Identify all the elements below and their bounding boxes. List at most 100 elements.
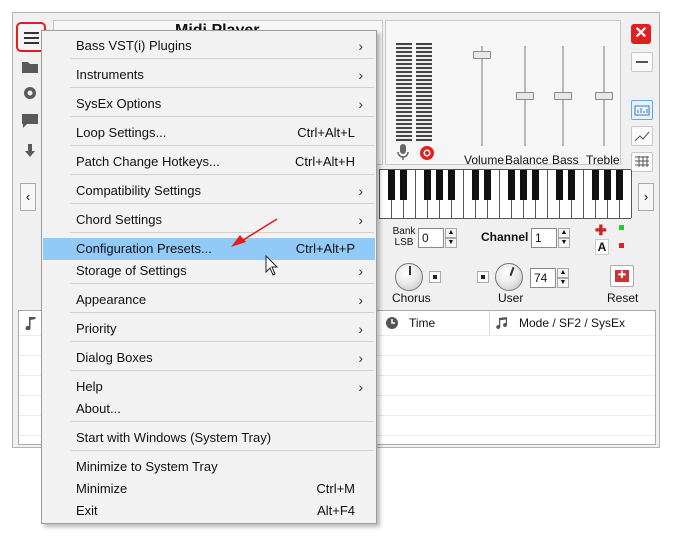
menu-item-priority[interactable]: Priority › [43, 318, 375, 340]
menu-item-patch-change-hotkeys[interactable]: Patch Change Hotkeys... Ctrl+Alt+H [43, 151, 375, 173]
graph-view-button[interactable] [631, 126, 653, 146]
user-value-input[interactable]: 74 [530, 268, 556, 288]
menu-item-label: Minimize [76, 481, 128, 496]
menu-item-dialog-boxes[interactable]: Dialog Boxes › [43, 347, 375, 369]
close-icon[interactable]: ✕ [631, 24, 651, 44]
download-icon[interactable] [21, 143, 39, 159]
menu-separator [70, 203, 374, 204]
main-dropdown-menu: Bass VST(i) Plugins › Instruments › SysEx Op… [41, 30, 377, 524]
mixer-panel: Volume Balance Bass Treble [385, 20, 621, 167]
menu-item-label: Loop Settings... [76, 125, 167, 140]
menu-separator [70, 87, 374, 88]
toggle-dot [481, 275, 485, 279]
minus-icon [636, 61, 648, 63]
bar-view-button[interactable] [631, 100, 653, 120]
mode-column-header[interactable]: Mode / SF2 / SysEx [519, 311, 625, 335]
folder-icon[interactable] [21, 59, 39, 75]
microphone-icon[interactable] [395, 143, 411, 161]
minimize-button[interactable] [631, 52, 653, 72]
bank-lsb-down[interactable]: ▼ [445, 238, 457, 248]
bank-lsb-label: Bank LSB [392, 226, 416, 248]
chevron-right-icon: › [358, 67, 363, 83]
a-button[interactable]: A [595, 239, 609, 255]
user-value-down[interactable]: ▼ [557, 278, 569, 288]
black-key[interactable] [508, 170, 515, 200]
black-key[interactable] [472, 170, 479, 200]
channel-input[interactable]: 1 [531, 228, 557, 248]
black-key[interactable] [448, 170, 455, 200]
user-knob[interactable] [495, 263, 523, 291]
menu-item-bass-vst-i-plugins[interactable]: Bass VST(i) Plugins › [43, 35, 375, 57]
user-value-up[interactable]: ▲ [557, 268, 569, 278]
black-key[interactable] [520, 170, 527, 200]
time-column-header[interactable]: Time [409, 311, 435, 335]
record-icon[interactable] [419, 145, 435, 161]
menu-separator [70, 370, 374, 371]
menu-separator [70, 232, 374, 233]
treble-label: Treble [586, 153, 620, 167]
slider-track [481, 46, 483, 146]
vu-meter-right [416, 43, 432, 143]
menu-separator [70, 283, 374, 284]
menu-item-appearance[interactable]: Appearance › [43, 289, 375, 311]
menu-item-start-with-windows-system-tray[interactable]: Start with Windows (System Tray) [43, 427, 375, 449]
menu-item-label: Chord Settings [76, 212, 162, 227]
menu-item-configuration-presets[interactable]: Configuration Presets... Ctrl+Alt+P [43, 238, 375, 260]
black-key[interactable] [424, 170, 431, 200]
black-key[interactable] [388, 170, 395, 200]
menu-item-minimize-to-system-tray[interactable]: Minimize to System Tray [43, 456, 375, 478]
black-key[interactable] [436, 170, 443, 200]
keyboard-right-button[interactable]: › [638, 183, 654, 211]
toggle-dot [433, 275, 437, 279]
menu-item-instruments[interactable]: Instruments › [43, 64, 375, 86]
chorus-toggle[interactable] [429, 271, 441, 283]
menu-item-sysex-options[interactable]: SysEx Options › [43, 93, 375, 115]
volume-slider[interactable] [473, 50, 491, 59]
menu-item-shortcut: Ctrl+Alt+L [297, 125, 355, 140]
black-key[interactable] [568, 170, 575, 200]
black-key[interactable] [532, 170, 539, 200]
bank-lsb-up[interactable]: ▲ [445, 228, 457, 238]
reset-button[interactable]: ✚ [610, 265, 634, 287]
menu-item-help[interactable]: Help › [43, 376, 375, 398]
menu-item-chord-settings[interactable]: Chord Settings › [43, 209, 375, 231]
chevron-right-icon: › [358, 350, 363, 366]
grid-view-button[interactable] [631, 152, 653, 172]
menu-item-exit[interactable]: Exit Alt+F4 [43, 500, 375, 522]
chevron-right-icon: › [358, 38, 363, 54]
plus-icon[interactable]: ✚ [595, 222, 607, 239]
black-key[interactable] [556, 170, 563, 200]
channel-up[interactable]: ▲ [558, 228, 570, 238]
menu-item-shortcut: Ctrl+Alt+P [295, 241, 355, 256]
menu-item-compatibility-settings[interactable]: Compatibility Settings › [43, 180, 375, 202]
black-key[interactable] [592, 170, 599, 200]
chat-icon[interactable] [21, 113, 39, 129]
menu-item-label: Configuration Presets... [76, 241, 212, 256]
chorus-knob[interactable] [395, 263, 423, 291]
menu-item-loop-settings[interactable]: Loop Settings... Ctrl+Alt+L [43, 122, 375, 144]
black-key[interactable] [604, 170, 611, 200]
chevron-right-icon: › [358, 263, 363, 279]
channel-down[interactable]: ▼ [558, 238, 570, 248]
green-indicator [619, 225, 624, 230]
menu-icon-bar [24, 42, 39, 44]
clock-icon [386, 317, 398, 329]
chevron-right-icon: › [643, 189, 649, 204]
balance-slider[interactable] [516, 92, 534, 100]
keyboard-left-button[interactable]: ‹ [20, 183, 36, 211]
menu-item-minimize[interactable]: Minimize Ctrl+M [43, 478, 375, 500]
bank-lsb-input[interactable]: 0 [418, 228, 444, 248]
menu-item-label: Minimize to System Tray [76, 459, 218, 474]
menu-item-storage-of-settings[interactable]: Storage of Settings › [43, 260, 375, 282]
piano-keyboard[interactable] [379, 169, 632, 219]
user-toggle[interactable] [477, 271, 489, 283]
balance-label: Balance [505, 153, 549, 167]
bass-slider[interactable] [554, 92, 572, 100]
menu-item-shortcut: Ctrl+M [316, 481, 355, 496]
menu-item-about[interactable]: About... [43, 398, 375, 420]
black-key[interactable] [400, 170, 407, 200]
gear-icon[interactable] [21, 85, 39, 101]
treble-slider[interactable] [595, 92, 613, 100]
black-key[interactable] [484, 170, 491, 200]
black-key[interactable] [616, 170, 623, 200]
